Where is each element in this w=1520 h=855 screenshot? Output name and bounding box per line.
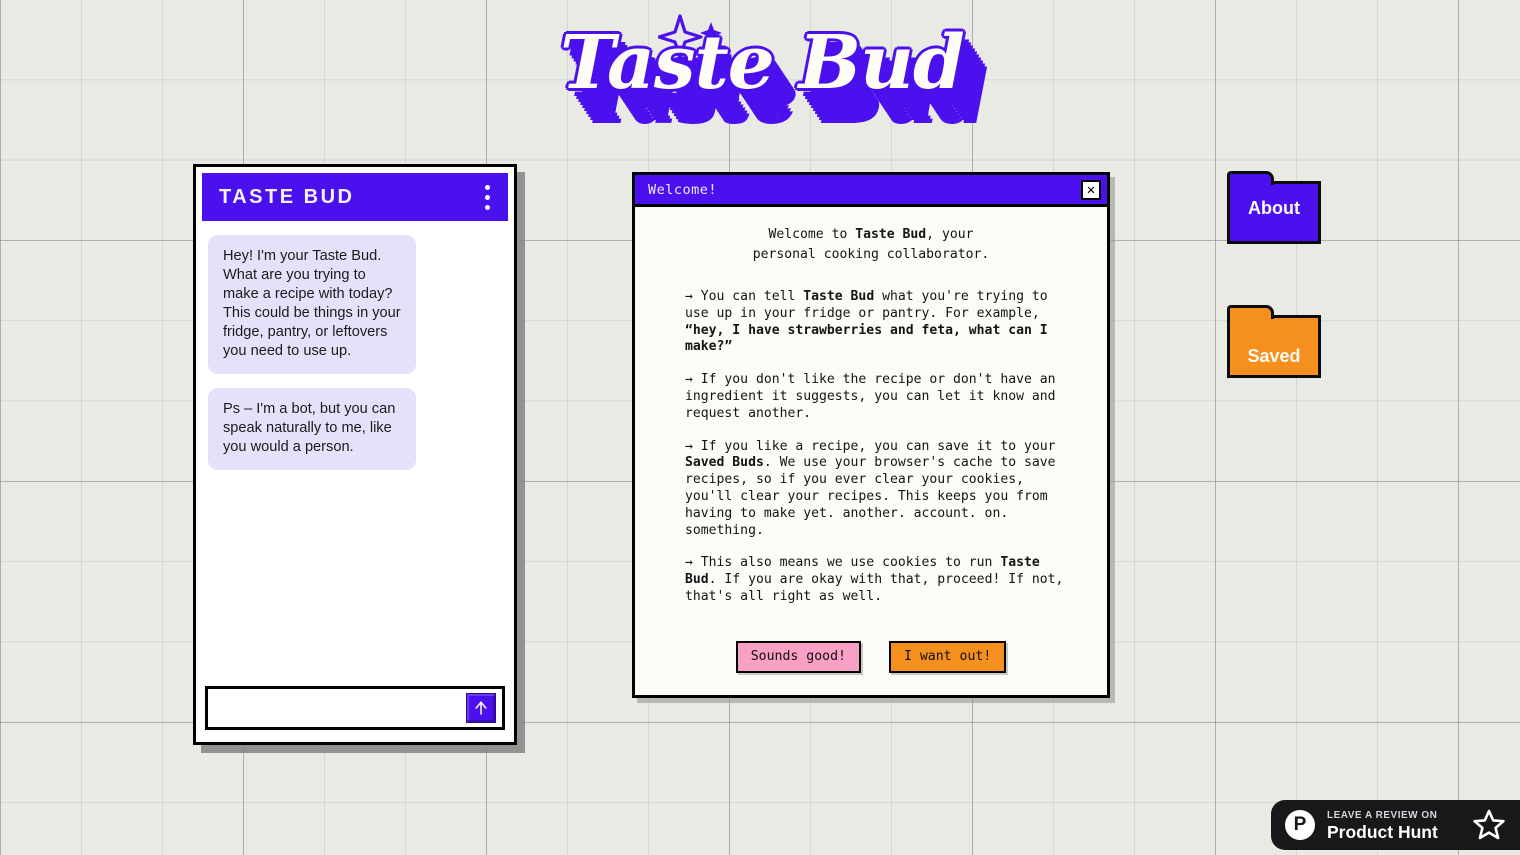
logo-wordmark: Taste Bud — [560, 20, 965, 106]
product-hunt-logo-icon: P — [1285, 810, 1315, 840]
modal-paragraph-p2: → If you don't like the recipe or don't … — [685, 372, 1079, 422]
modal-text-emphasis: Saved Buds — [685, 455, 764, 471]
folder-tab-saved[interactable]: Saved — [1227, 305, 1321, 378]
up-arrow-icon — [475, 701, 487, 715]
modal-text-emphasis: Taste Bud — [803, 289, 875, 304]
modal-text: → This also means we use cookies to run — [685, 555, 1001, 571]
modal-text: → If you like a recipe, you can save it … — [685, 438, 1056, 454]
folder-tab-about[interactable]: About — [1227, 171, 1321, 244]
modal-paragraph-p3: → If you like a recipe, you can save it … — [685, 439, 1079, 540]
chat-window: TASTE BUD Hey! I'm your Taste Bud. What … — [193, 164, 517, 745]
modal-paragraph-p1: → You can tell Taste Bud what you're try… — [685, 289, 1079, 356]
modal-text: . If you are okay with that, proceed! If… — [685, 572, 1064, 604]
folder-notch — [1227, 305, 1274, 319]
send-message-button[interactable] — [466, 693, 496, 723]
welcome-modal: Welcome! ✕ Welcome to Taste Bud, your pe… — [632, 172, 1110, 698]
accept-cookies-button[interactable]: Sounds good! — [735, 640, 861, 673]
site-logo: Taste Bud — [560, 2, 965, 150]
three-dot-menu-icon[interactable] — [479, 179, 496, 216]
modal-titlebar: Welcome! ✕ — [635, 175, 1107, 207]
folder-tab-label: About — [1248, 198, 1300, 218]
modal-heading: Welcome to Taste Bud, your personal cook… — [663, 225, 1079, 265]
chat-message-bubble: Ps – I'm a bot, but you can speak natura… — [208, 388, 416, 470]
decline-cookies-button[interactable]: I want out! — [888, 640, 1007, 673]
folder-tab-label: Saved — [1247, 346, 1301, 366]
menu-dot — [485, 184, 490, 190]
modal-heading-part: , your — [926, 227, 974, 242]
folder-notch — [1227, 171, 1274, 185]
modal-text: → You can tell — [685, 289, 804, 304]
chat-message-bubble: Hey! I'm your Taste Bud. What are you tr… — [208, 235, 416, 374]
product-hunt-review-badge[interactable]: P LEAVE A REVIEW ON Product Hunt — [1271, 800, 1520, 850]
chat-title: TASTE BUD — [219, 185, 355, 208]
close-x-icon[interactable]: ✕ — [1081, 179, 1101, 200]
menu-dot — [485, 194, 490, 200]
modal-text-emphasis: “hey, I have strawberries and feta, what… — [685, 322, 1048, 355]
modal-paragraph-list: → You can tell Taste Bud what you're try… — [685, 289, 1079, 606]
modal-heading-part: Welcome to — [768, 227, 856, 242]
modal-paragraph-p4: → This also means we use cookies to run … — [685, 555, 1079, 605]
chat-message-input[interactable] — [208, 689, 466, 727]
product-hunt-text: LEAVE A REVIEW ON Product Hunt — [1327, 809, 1460, 842]
modal-heading-brand: Taste Bud — [855, 227, 927, 242]
menu-dot — [485, 204, 490, 210]
modal-body: Welcome to Taste Bud, your personal cook… — [635, 207, 1107, 635]
chat-message-list: Hey! I'm your Taste Bud. What are you tr… — [196, 221, 514, 686]
chat-titlebar: TASTE BUD — [202, 173, 508, 221]
modal-title: Welcome! — [648, 181, 718, 198]
product-hunt-kicker: LEAVE A REVIEW ON — [1327, 809, 1438, 821]
modal-text: → If you don't like the recipe or don't … — [685, 372, 1056, 421]
modal-heading-line2: personal cooking collaborator. — [752, 247, 990, 262]
chat-input-bar — [205, 686, 505, 730]
star-outline-icon — [1473, 809, 1505, 840]
modal-button-row: Sounds good! I want out! — [635, 635, 1107, 695]
product-hunt-name: Product Hunt — [1327, 821, 1438, 842]
